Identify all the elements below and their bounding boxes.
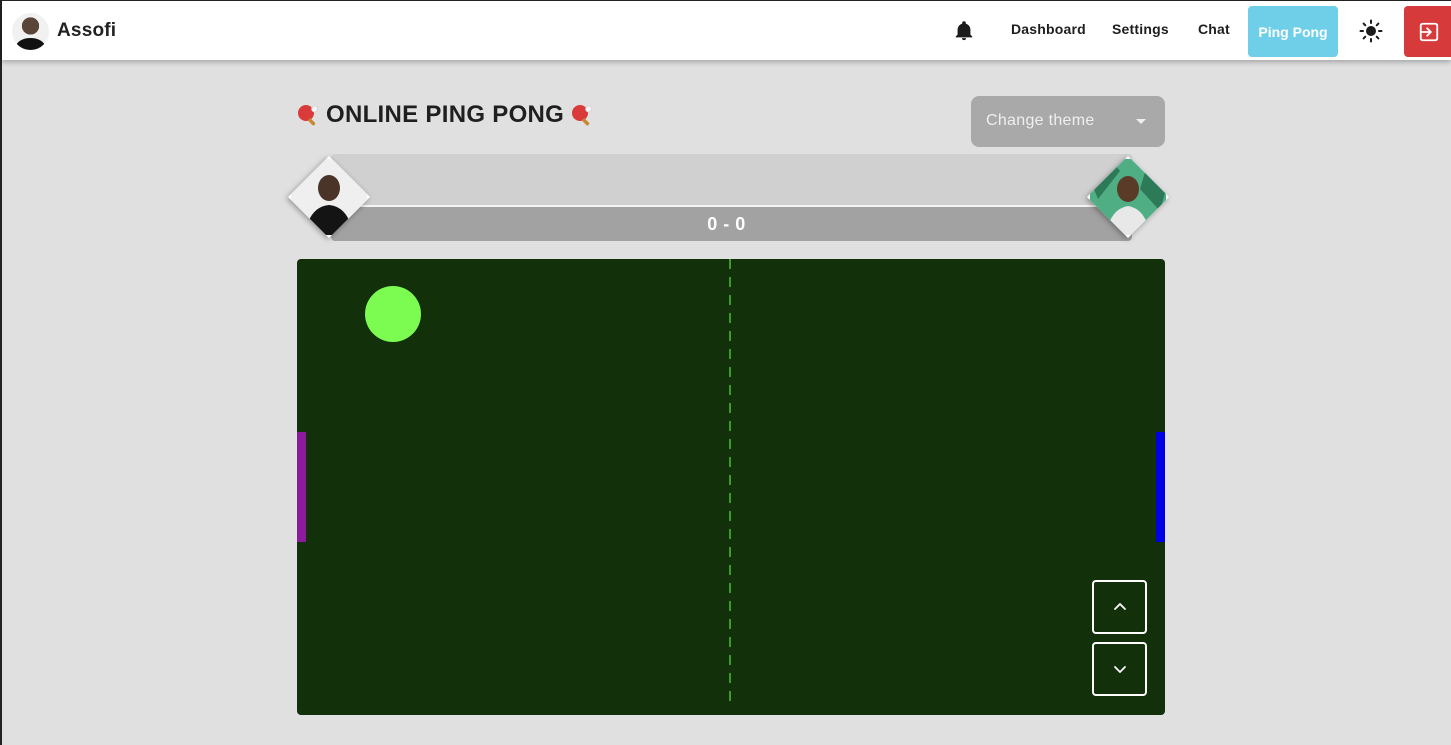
theme-select-placeholder: Change theme (986, 112, 1095, 129)
top-navbar: Assofi Dashboard Settings Chat Ping Pong (2, 0, 1451, 60)
logout-icon (1419, 22, 1438, 41)
nav-chat[interactable]: Chat (1198, 21, 1230, 37)
nav-ping-pong[interactable]: Ping Pong (1248, 6, 1338, 57)
ping-pong-paddle-icon (572, 105, 592, 126)
logout-button[interactable] (1404, 6, 1451, 57)
page-title: ONLINE PING PONG (296, 100, 594, 130)
sun-icon[interactable] (1359, 19, 1383, 43)
nav-settings[interactable]: Settings (1112, 21, 1169, 37)
game-board[interactable] (297, 259, 1165, 715)
nav-dashboard[interactable]: Dashboard (1011, 21, 1086, 37)
caret-down-icon (1136, 119, 1146, 124)
ping-pong-paddle-icon (298, 105, 318, 126)
left-paddle (297, 432, 306, 542)
center-net (729, 259, 731, 707)
paddle-down-button[interactable] (1092, 642, 1147, 696)
match-score: 0 - 0 (707, 214, 746, 234)
chevron-down-icon (1113, 666, 1126, 673)
paddle-up-button[interactable] (1092, 580, 1147, 634)
right-paddle (1156, 432, 1165, 542)
page-title-text: ONLINE PING PONG (326, 101, 565, 128)
game-ball (365, 286, 421, 342)
bell-icon[interactable] (953, 19, 975, 43)
main-nav: Dashboard Settings Chat Ping Pong (2, 1, 1451, 61)
theme-select[interactable]: Change theme (971, 96, 1165, 147)
chevron-up-icon (1113, 603, 1126, 610)
